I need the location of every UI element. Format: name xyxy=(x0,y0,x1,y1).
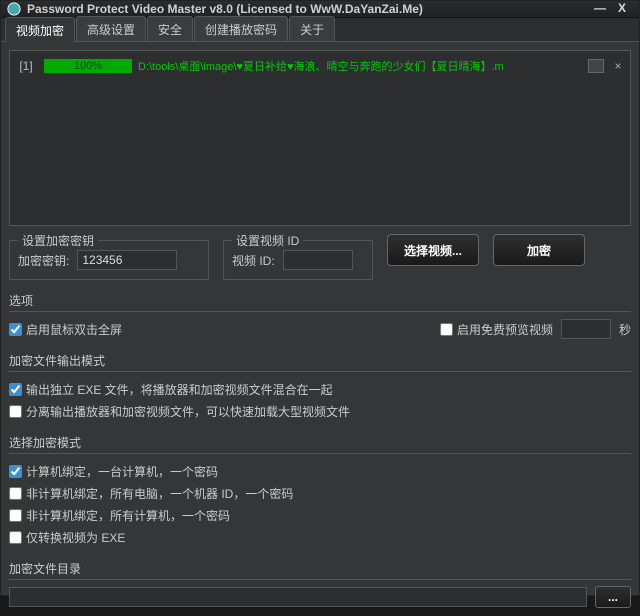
row-index: [1] xyxy=(14,59,38,73)
tab-create-password[interactable]: 创建播放密码 xyxy=(194,16,288,41)
mode-bind-checkbox[interactable]: 计算机绑定，一台计算机，一个密码 xyxy=(9,463,218,480)
options-section: 选项 启用鼠标双击全屏 启用免费预览视频 秒 xyxy=(9,288,631,340)
options-title: 选项 xyxy=(9,292,631,312)
video-id-group: 设置视频 ID 视频 ID: xyxy=(223,240,373,280)
output-mode-section: 加密文件输出模式 输出独立 EXE 文件，将播放器和加密视频文件混合在一起 分离… xyxy=(9,348,631,422)
mode-allpc-checkbox[interactable]: 非计算机绑定，所有计算机，一个密码 xyxy=(9,507,230,524)
video-id-title: 设置视频 ID xyxy=(232,232,303,249)
free-preview-checkbox[interactable]: 启用免费预览视频 xyxy=(440,321,553,338)
output-dir-input[interactable] xyxy=(9,587,587,607)
progress-value: 100% xyxy=(44,59,132,73)
encrypt-key-group: 设置加密密钥 加密密钥: xyxy=(9,240,209,280)
row-edit-icon[interactable] xyxy=(588,59,604,73)
tab-advanced[interactable]: 高级设置 xyxy=(76,16,146,41)
close-button[interactable]: X xyxy=(611,1,633,17)
app-icon xyxy=(7,2,21,16)
seconds-unit: 秒 xyxy=(619,321,631,338)
row-remove-button[interactable]: × xyxy=(610,59,626,73)
tab-about[interactable]: 关于 xyxy=(289,16,335,41)
app-window: Password Protect Video Master v8.0 (Lice… xyxy=(0,0,640,596)
row-filepath: D:\tools\桌面\image\♥夏日补给♥海浪、晴空与奔跑的少女们【夏日晴… xyxy=(138,58,582,74)
mode-machineid-checkbox[interactable]: 非计算机绑定，所有电脑，一个机器 ID，一个密码 xyxy=(9,485,293,502)
encrypt-mode-section: 选择加密模式 计算机绑定，一台计算机，一个密码 非计算机绑定，所有电脑，一个机器… xyxy=(9,430,631,548)
mode-convertonly-checkbox[interactable]: 仅转换视频为 EXE xyxy=(9,529,125,546)
tab-bar: 视频加密 高级设置 安全 创建播放密码 关于 xyxy=(1,18,639,42)
output-dir-title: 加密文件目录 xyxy=(9,560,631,580)
encrypt-key-title: 设置加密密钥 xyxy=(18,232,98,249)
output-single-exe-checkbox[interactable]: 输出独立 EXE 文件，将播放器和加密视频文件混合在一起 xyxy=(9,381,333,398)
dblclick-fullscreen-checkbox[interactable]: 启用鼠标双击全屏 xyxy=(9,321,122,338)
browse-button[interactable]: ... xyxy=(595,586,631,608)
preview-seconds-input[interactable] xyxy=(561,319,611,339)
window-title: Password Protect Video Master v8.0 (Lice… xyxy=(27,2,589,16)
progress-bar: 100% xyxy=(44,59,132,73)
encrypt-button[interactable]: 加密 xyxy=(493,234,585,266)
encrypt-key-input[interactable] xyxy=(77,250,177,270)
encrypt-key-label: 加密密钥: xyxy=(18,252,69,269)
video-id-label: 视频 ID: xyxy=(232,252,275,269)
encrypt-mode-title: 选择加密模式 xyxy=(9,434,631,454)
output-mode-title: 加密文件输出模式 xyxy=(9,352,631,372)
list-item[interactable]: [1] 100% D:\tools\桌面\image\♥夏日补给♥海浪、晴空与奔… xyxy=(14,55,626,77)
video-list[interactable]: [1] 100% D:\tools\桌面\image\♥夏日补给♥海浪、晴空与奔… xyxy=(9,50,631,226)
minimize-button[interactable]: — xyxy=(589,1,611,17)
video-id-input[interactable] xyxy=(283,250,353,270)
content-pane: [1] 100% D:\tools\桌面\image\♥夏日补给♥海浪、晴空与奔… xyxy=(1,42,639,616)
tab-security[interactable]: 安全 xyxy=(147,16,193,41)
output-dir-section: 加密文件目录 ... xyxy=(9,556,631,608)
output-separate-checkbox[interactable]: 分离输出播放器和加密视频文件，可以快速加载大型视频文件 xyxy=(9,403,350,420)
select-video-button[interactable]: 选择视频... xyxy=(387,234,479,266)
tab-video-encrypt[interactable]: 视频加密 xyxy=(5,17,75,42)
